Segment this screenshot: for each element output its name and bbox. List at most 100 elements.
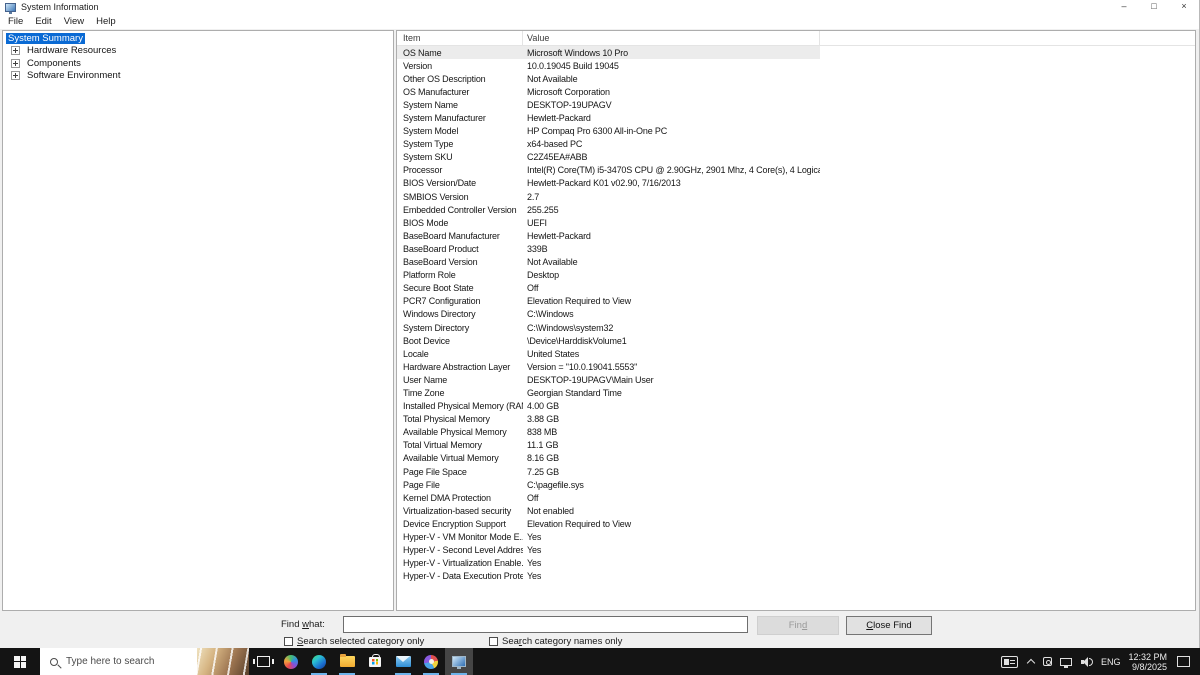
table-row[interactable]: Available Virtual Memory 8.16 GB <box>397 452 820 465</box>
taskbar-search-input[interactable]: Type here to search <box>40 648 197 675</box>
table-row[interactable]: BIOS Version/Date Hewlett-Packard K01 v0… <box>397 177 820 190</box>
table-row[interactable]: System Model HP Compaq Pro 6300 All-in-O… <box>397 125 820 138</box>
table-row[interactable]: OS Name Microsoft Windows 10 Pro <box>397 46 820 60</box>
table-row[interactable]: System Name DESKTOP-19UPAGV <box>397 98 820 111</box>
table-row[interactable]: System SKU C2Z45EA#ABB <box>397 151 820 164</box>
table-row[interactable]: Hardware Abstraction Layer Version = "10… <box>397 360 820 373</box>
table-row[interactable]: BaseBoard Version Not Available <box>397 256 820 269</box>
chevron-up-icon[interactable] <box>1026 658 1036 668</box>
table-row[interactable]: Hyper-V - Data Execution Prote... Yes <box>397 570 820 583</box>
tree-item[interactable]: System Summary <box>3 32 393 45</box>
item-cell: Total Virtual Memory <box>403 440 482 451</box>
find-input[interactable] <box>343 616 748 633</box>
table-row[interactable]: Hyper-V - VM Monitor Mode E... Yes <box>397 530 820 543</box>
table-row[interactable]: Kernel DMA Protection Off <box>397 491 820 504</box>
taskbar-mail-button[interactable] <box>389 648 417 675</box>
table-row[interactable]: Total Physical Memory 3.88 GB <box>397 413 820 426</box>
menu-item[interactable]: View <box>58 16 90 27</box>
table-row[interactable]: System Directory C:\Windows\system32 <box>397 321 820 334</box>
tree-item-label: Software Environment <box>27 70 121 82</box>
table-row[interactable]: Other OS Description Not Available <box>397 72 820 85</box>
taskbar-paint-button[interactable] <box>417 648 445 675</box>
value-cell: Version = "10.0.19041.5553" <box>527 361 638 372</box>
item-cell: BaseBoard Product <box>403 243 479 254</box>
column-header-value[interactable]: Value <box>523 31 820 45</box>
table-row[interactable]: PCR7 Configuration Elevation Required to… <box>397 295 820 308</box>
news-interest-widget-image[interactable] <box>197 648 249 675</box>
table-row[interactable]: BaseBoard Manufacturer Hewlett-Packard <box>397 229 820 242</box>
tree-item[interactable]: Hardware Resources <box>3 45 393 58</box>
column-header-item[interactable]: Item <box>397 31 523 45</box>
table-row[interactable]: Installed Physical Memory (RAM) 4.00 GB <box>397 400 820 413</box>
start-button[interactable] <box>0 648 40 675</box>
taskbar-file-explorer-button[interactable] <box>333 648 361 675</box>
table-row[interactable]: Secure Boot State Off <box>397 282 820 295</box>
copilot-icon <box>284 654 298 669</box>
clock[interactable]: 12:32 PM 9/8/2025 <box>1128 652 1167 672</box>
value-cell: Not enabled <box>527 505 574 516</box>
menu-item[interactable]: Edit <box>29 16 57 27</box>
table-row[interactable]: BIOS Mode UEFI <box>397 216 820 229</box>
item-cell: Virtualization-based security <box>403 505 512 516</box>
table-row[interactable]: Total Virtual Memory 11.1 GB <box>397 439 820 452</box>
menu-item[interactable]: Help <box>90 16 122 27</box>
value-cell: 4.00 GB <box>527 401 559 412</box>
value-cell: Yes <box>527 571 542 582</box>
find-button[interactable]: Find <box>757 616 839 635</box>
tree-item[interactable]: Software Environment <box>3 70 393 83</box>
network-icon[interactable] <box>1059 657 1072 668</box>
taskbar-store-button[interactable] <box>361 648 389 675</box>
volume-icon[interactable] <box>1080 656 1093 667</box>
taskbar-edge-button[interactable] <box>305 648 333 675</box>
table-row[interactable]: System Type x64-based PC <box>397 138 820 151</box>
item-cell: Page File Space <box>403 466 467 477</box>
news-widgets-icon[interactable] <box>1000 655 1018 668</box>
expand-plus-icon[interactable] <box>11 46 20 56</box>
table-row[interactable]: Windows Directory C:\Windows <box>397 308 820 321</box>
search-category-names-checkbox[interactable] <box>489 637 498 646</box>
table-row[interactable]: Hyper-V - Virtualization Enable... Yes <box>397 557 820 570</box>
table-row[interactable]: Page File C:\pagefile.sys <box>397 478 820 491</box>
table-row[interactable]: Processor Intel(R) Core(TM) i5-3470S CPU… <box>397 164 820 177</box>
table-row[interactable]: OS Manufacturer Microsoft Corporation <box>397 85 820 98</box>
search-selected-category-checkbox[interactable] <box>284 637 293 646</box>
action-center-icon[interactable] <box>1177 656 1190 667</box>
table-row[interactable]: Virtualization-based security Not enable… <box>397 504 820 517</box>
close-find-button[interactable]: Close Find <box>846 616 932 635</box>
system-tray: ENG 12:32 PM 9/8/2025 <box>1000 648 1200 675</box>
table-row[interactable]: Available Physical Memory 838 MB <box>397 426 820 439</box>
task-view-button[interactable] <box>249 648 277 675</box>
expand-plus-icon[interactable] <box>11 71 20 81</box>
close-icon[interactable]: × <box>1169 0 1199 14</box>
table-row[interactable]: Device Encryption Support Elevation Requ… <box>397 517 820 530</box>
item-cell: Version <box>403 60 432 71</box>
value-cell: 7.25 GB <box>527 466 559 477</box>
tree-item[interactable]: Components <box>3 57 393 70</box>
table-row[interactable]: Page File Space 7.25 GB <box>397 465 820 478</box>
table-row[interactable]: Boot Device \Device\HarddiskVolume1 <box>397 334 820 347</box>
table-row[interactable]: Embedded Controller Version 255.255 <box>397 203 820 216</box>
value-cell: Off <box>527 283 539 294</box>
table-row[interactable]: Platform Role Desktop <box>397 269 820 282</box>
minimize-icon[interactable]: – <box>1109 0 1139 14</box>
table-row[interactable]: SMBIOS Version 2.7 <box>397 190 820 203</box>
taskbar-system-information-button[interactable] <box>445 648 473 675</box>
table-row[interactable]: Hyper-V - Second Level Addres... Yes <box>397 544 820 557</box>
menu-item[interactable]: File <box>2 16 29 27</box>
table-row[interactable]: System Manufacturer Hewlett-Packard <box>397 111 820 124</box>
table-row[interactable]: Locale United States <box>397 347 820 360</box>
tray-app-icon[interactable] <box>1042 657 1052 666</box>
item-cell: OS Name <box>403 47 442 58</box>
table-row[interactable]: Time Zone Georgian Standard Time <box>397 386 820 399</box>
expand-plus-icon[interactable] <box>11 58 20 68</box>
item-cell: Kernel DMA Protection <box>403 492 491 503</box>
table-row[interactable]: BaseBoard Product 339B <box>397 242 820 255</box>
item-cell: BaseBoard Manufacturer <box>403 230 500 241</box>
item-cell: BIOS Version/Date <box>403 178 476 189</box>
maximize-icon[interactable]: □ <box>1139 0 1169 14</box>
value-cell: \Device\HarddiskVolume1 <box>527 335 627 346</box>
language-indicator[interactable]: ENG <box>1101 657 1121 667</box>
taskbar-copilot-button[interactable] <box>277 648 305 675</box>
table-row[interactable]: Version 10.0.19045 Build 19045 <box>397 59 820 72</box>
table-row[interactable]: User Name DESKTOP-19UPAGV\Main User <box>397 373 820 386</box>
